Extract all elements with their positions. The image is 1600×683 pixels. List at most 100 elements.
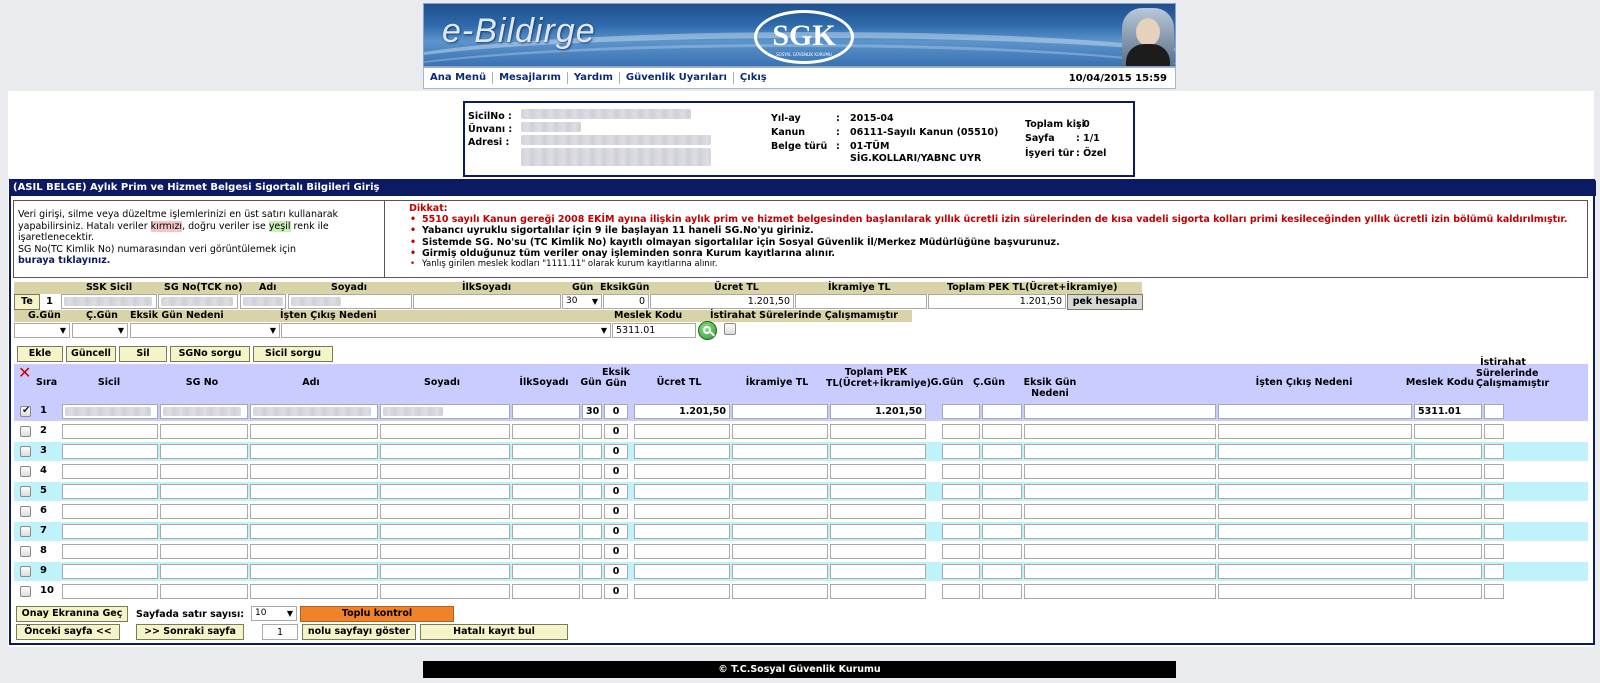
cell-cikis[interactable]: [1218, 544, 1412, 559]
istirahat-checkbox[interactable]: [724, 323, 736, 335]
cell-istir[interactable]: [1484, 564, 1504, 579]
meslek-kodu-input[interactable]: [612, 323, 696, 338]
row-checkbox[interactable]: [20, 466, 31, 477]
cell-cgun[interactable]: [982, 584, 1022, 599]
cell-ucret[interactable]: [634, 444, 730, 459]
cell-ucret[interactable]: [634, 524, 730, 539]
cell-ikr[interactable]: [732, 504, 828, 519]
cell-soyadi[interactable]: [380, 504, 510, 519]
cell-soyadi[interactable]: [380, 564, 510, 579]
cell-ikr[interactable]: [732, 444, 828, 459]
cell-ucret[interactable]: [634, 464, 730, 479]
cell-ggun[interactable]: [942, 524, 980, 539]
cell-ikr[interactable]: [732, 584, 828, 599]
cell-adi[interactable]: [250, 504, 378, 519]
menu-guvenlik-uyarilari[interactable]: Güvenlik Uyarıları: [620, 72, 734, 84]
cell-adi[interactable]: [250, 524, 378, 539]
cell-adi[interactable]: [250, 444, 378, 459]
cell-cgun[interactable]: [982, 504, 1022, 519]
cell-istir[interactable]: [1484, 504, 1504, 519]
cell-eksik[interactable]: 0: [604, 444, 628, 459]
cell-meslek[interactable]: [1414, 504, 1482, 519]
row-checkbox[interactable]: [20, 586, 31, 597]
cell-istir[interactable]: [1484, 584, 1504, 599]
ucret-input[interactable]: [650, 294, 794, 309]
cell-gun[interactable]: [582, 424, 602, 439]
cell-sgno[interactable]: [160, 524, 248, 539]
cell-sicil[interactable]: [62, 464, 158, 479]
meslek-search-icon[interactable]: [698, 321, 717, 340]
cell-cikis[interactable]: [1218, 404, 1412, 419]
cell-sgno[interactable]: [160, 584, 248, 599]
sgno-lookup-link[interactable]: buraya tıklayınız.: [18, 255, 110, 266]
cell-ggun[interactable]: [942, 584, 980, 599]
ggun-select[interactable]: [14, 323, 70, 338]
cell-sicil[interactable]: [62, 424, 158, 439]
cell-istir[interactable]: [1484, 464, 1504, 479]
cell-sgno[interactable]: [160, 484, 248, 499]
cell-cgun[interactable]: [982, 464, 1022, 479]
cell-cgun[interactable]: [982, 524, 1022, 539]
cell-sicil[interactable]: [62, 544, 158, 559]
cell-toplam[interactable]: [830, 504, 926, 519]
cell-meslek[interactable]: [1414, 564, 1482, 579]
cell-ilk[interactable]: [512, 504, 580, 519]
cell-meslek[interactable]: [1414, 544, 1482, 559]
cell-ilk[interactable]: [512, 524, 580, 539]
cell-eksik[interactable]: 0: [604, 424, 628, 439]
cell-ikr[interactable]: [732, 544, 828, 559]
cell-gun[interactable]: [582, 444, 602, 459]
menu-mesajlarim[interactable]: Mesajlarım: [493, 72, 568, 84]
cell-ikr[interactable]: [732, 404, 828, 419]
cell-eksik[interactable]: 0: [604, 504, 628, 519]
cell-eksikn[interactable]: [1024, 544, 1216, 559]
cell-soyadi[interactable]: [380, 584, 510, 599]
cell-eksikn[interactable]: [1024, 424, 1216, 439]
cell-ilk[interactable]: [512, 584, 580, 599]
cell-ggun[interactable]: [942, 464, 980, 479]
cell-eksikn[interactable]: [1024, 524, 1216, 539]
cell-eksikn[interactable]: [1024, 444, 1216, 459]
sayfayi-goster-button[interactable]: nolu sayfayı göster: [302, 624, 416, 640]
cell-meslek[interactable]: [1414, 584, 1482, 599]
cell-toplam[interactable]: [830, 484, 926, 499]
cell-ilk[interactable]: [512, 544, 580, 559]
cell-soyadi[interactable]: [380, 444, 510, 459]
cell-eksik[interactable]: 0: [604, 584, 628, 599]
cell-gun[interactable]: [582, 564, 602, 579]
cell-gun[interactable]: [582, 524, 602, 539]
delete-x-icon[interactable]: ✕: [18, 365, 31, 380]
guncell-button[interactable]: Güncell: [66, 346, 116, 362]
row-checkbox[interactable]: [20, 526, 31, 537]
cell-ucret[interactable]: [634, 584, 730, 599]
cell-toplam[interactable]: [830, 544, 926, 559]
ikramiye-input[interactable]: [795, 294, 927, 309]
cell-ucret[interactable]: [634, 504, 730, 519]
cell-ikr[interactable]: [732, 424, 828, 439]
cell-soyadi[interactable]: [380, 544, 510, 559]
row-checkbox[interactable]: [20, 486, 31, 497]
page-number-input[interactable]: [262, 624, 298, 640]
cell-ikr[interactable]: [732, 464, 828, 479]
cell-istir[interactable]: [1484, 484, 1504, 499]
cell-eksikn[interactable]: [1024, 564, 1216, 579]
cell-gun[interactable]: [582, 484, 602, 499]
cell-soyadi[interactable]: [380, 424, 510, 439]
cell-ilk[interactable]: [512, 404, 580, 419]
row-checkbox[interactable]: [20, 426, 31, 437]
cell-eksik[interactable]: 0: [604, 404, 628, 419]
cell-gun[interactable]: [582, 544, 602, 559]
cell-soyadi[interactable]: [380, 464, 510, 479]
cell-ilk[interactable]: [512, 424, 580, 439]
eksik-gun-nedeni-select[interactable]: [130, 323, 280, 338]
cell-adi[interactable]: [250, 464, 378, 479]
menu-cikis[interactable]: Çıkış: [734, 72, 773, 84]
cell-ggun[interactable]: [942, 404, 980, 419]
cell-adi[interactable]: [250, 544, 378, 559]
cell-sgno[interactable]: [160, 564, 248, 579]
cell-soyadi[interactable]: [380, 524, 510, 539]
cell-sgno[interactable]: [160, 544, 248, 559]
cell-adi[interactable]: [250, 564, 378, 579]
cell-sgno[interactable]: [160, 444, 248, 459]
row-checkbox[interactable]: [20, 405, 31, 417]
